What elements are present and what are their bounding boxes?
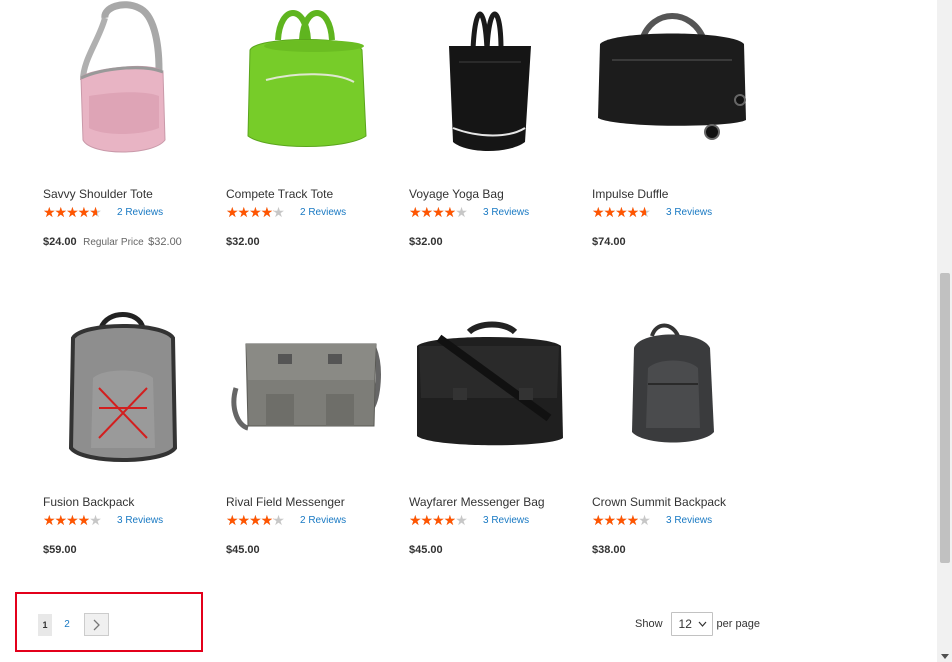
chevron-down-icon (698, 621, 706, 627)
price-box: $74.00 (592, 232, 626, 250)
gray-backpack-icon (68, 312, 178, 462)
final-price: $24.00 (43, 236, 77, 248)
product-rating: ★★★★★★★★★★ 3 Reviews (592, 204, 712, 220)
dark-backpack-icon (632, 323, 714, 443)
product-name[interactable]: Wayfarer Messenger Bag (409, 495, 545, 509)
scrollbar-thumb[interactable] (940, 273, 950, 563)
reviews-link[interactable]: 3 Reviews (117, 515, 163, 526)
limiter-value: 12 (678, 617, 692, 631)
rating-stars-icon: ★★★★★★★★★★ (226, 512, 285, 528)
green-track-tote-icon (247, 10, 367, 147)
final-price: $45.00 (409, 544, 443, 556)
reviews-link[interactable]: 3 Reviews (483, 515, 529, 526)
limiter-text: per page (716, 618, 760, 630)
page-link-2[interactable]: 2 (62, 619, 72, 630)
price-box: $59.00 (43, 540, 77, 558)
final-price: $59.00 (43, 544, 77, 556)
scroll-down-arrow-icon[interactable] (941, 654, 949, 659)
product-image[interactable] (409, 308, 579, 468)
final-price: $45.00 (226, 544, 260, 556)
limiter: Show 12 per page (635, 612, 760, 636)
pager: 1 2 (38, 613, 109, 636)
final-price: $32.00 (226, 236, 260, 248)
price-box: $24.00 Regular Price $32.00 (43, 232, 182, 250)
final-price: $74.00 (592, 236, 626, 248)
page-current: 1 (38, 613, 52, 636)
black-messenger-icon (417, 321, 563, 446)
gray-messenger-icon (231, 343, 381, 431)
product-name[interactable]: Rival Field Messenger (226, 495, 345, 509)
rating-stars-icon: ★★★★★★★★★★ (409, 204, 468, 220)
next-page-button[interactable] (84, 613, 109, 636)
price-box: $38.00 (592, 540, 626, 558)
rating-stars-icon: ★★★★★★★★★★ (226, 204, 285, 220)
black-yoga-bag-icon (449, 11, 531, 151)
scrollbar[interactable] (937, 0, 952, 662)
product-image[interactable] (409, 0, 579, 160)
rating-stars-icon: ★★★★★★★★★★ (592, 204, 651, 220)
product-image[interactable] (226, 0, 396, 160)
product-name[interactable]: Compete Track Tote (226, 187, 333, 201)
product-name[interactable]: Savvy Shoulder Tote (43, 187, 153, 201)
price-box: $45.00 (409, 540, 443, 558)
chevron-right-icon (93, 619, 100, 630)
product-rating: ★★★★★★★★★★ 3 Reviews (592, 512, 712, 528)
price-box: $45.00 (226, 540, 260, 558)
product-image[interactable] (226, 308, 396, 468)
pink-shoulder-tote-icon (80, 1, 166, 153)
reviews-link[interactable]: 3 Reviews (666, 515, 712, 526)
reviews-link[interactable]: 2 Reviews (300, 515, 346, 526)
product-image[interactable] (592, 308, 762, 468)
product-rating: ★★★★★★★★★★ 2 Reviews (226, 512, 346, 528)
regular-price-label: Regular Price (83, 237, 144, 248)
product-rating: ★★★★★★★★★★ 3 Reviews (409, 512, 529, 528)
product-rating: ★★★★★★★★★★ 3 Reviews (43, 512, 163, 528)
reviews-link[interactable]: 2 Reviews (300, 207, 346, 218)
product-rating: ★★★★★★★★★★ 3 Reviews (409, 204, 529, 220)
product-name[interactable]: Crown Summit Backpack (592, 495, 726, 509)
reviews-link[interactable]: 3 Reviews (483, 207, 529, 218)
regular-price: $32.00 (148, 236, 182, 248)
rating-stars-icon: ★★★★★★★★★★ (592, 512, 651, 528)
price-box: $32.00 (226, 232, 260, 250)
limiter-label: Show (635, 618, 663, 630)
final-price: $38.00 (592, 544, 626, 556)
product-name[interactable]: Fusion Backpack (43, 495, 134, 509)
reviews-link[interactable]: 3 Reviews (666, 207, 712, 218)
black-duffle-icon (598, 13, 746, 140)
rating-stars-icon: ★★★★★★★★★★ (409, 512, 468, 528)
product-name[interactable]: Voyage Yoga Bag (409, 187, 504, 201)
price-box: $32.00 (409, 232, 443, 250)
product-rating: ★★★★★★★★★★ 2 Reviews (43, 204, 163, 220)
product-image[interactable] (43, 308, 213, 468)
reviews-link[interactable]: 2 Reviews (117, 207, 163, 218)
rating-stars-icon: ★★★★★★★★★★ (43, 204, 102, 220)
product-image[interactable] (592, 0, 762, 160)
final-price: $32.00 (409, 236, 443, 248)
product-image[interactable] (43, 0, 213, 160)
rating-stars-icon: ★★★★★★★★★★ (43, 512, 102, 528)
product-rating: ★★★★★★★★★★ 2 Reviews (226, 204, 346, 220)
product-name[interactable]: Impulse Duffle (592, 187, 668, 201)
limiter-select[interactable]: 12 (670, 612, 713, 636)
